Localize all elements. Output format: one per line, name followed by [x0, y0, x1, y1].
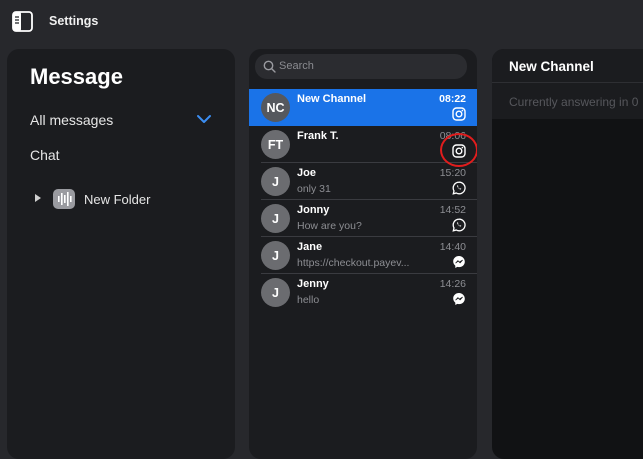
conversation-time: 08:22 [439, 93, 466, 105]
avatar: J [261, 167, 290, 196]
conversation-name: Jonny [297, 204, 330, 216]
conversation-name: New Channel [297, 93, 367, 105]
conversation-preview: only 31 [297, 183, 331, 195]
all-messages-item[interactable]: All messages [30, 112, 113, 128]
conversation-preview: https://checkout.payev... [297, 257, 410, 269]
whatsapp-icon [452, 181, 466, 195]
detail-subtitle: Currently answering in 0 [509, 95, 639, 109]
audio-wave-icon [53, 189, 75, 209]
folder-item-new-folder[interactable]: New Folder [35, 187, 225, 211]
chevron-down-icon[interactable] [196, 114, 212, 124]
conversation-name: Jenny [297, 278, 329, 290]
whatsapp-icon [452, 218, 466, 232]
top-bar: Settings [0, 0, 643, 42]
detail-title: New Channel [509, 59, 594, 74]
conversation-row[interactable]: J Jenny hello 14:26 [249, 274, 477, 311]
conversation-name: Jane [297, 241, 323, 253]
conversation-name: Frank T. [297, 130, 339, 142]
conversation-row[interactable]: J Jane https://checkout.payev... 14:40 [249, 237, 477, 274]
search-input[interactable] [279, 57, 459, 75]
conversation-preview: How are you? [297, 220, 362, 232]
conversation-time: 14:40 [439, 241, 466, 253]
avatar: J [261, 204, 290, 233]
conversation-row[interactable]: J Jonny How are you? 14:52 [249, 200, 477, 237]
conversation-list: NC New Channel 08:22 FT Frank T. 08:06 J… [249, 49, 477, 459]
conversation-name: Joe [297, 167, 316, 179]
search-box[interactable] [255, 54, 467, 79]
instagram-icon [452, 107, 466, 121]
window-title: Settings [49, 14, 99, 28]
conversation-time: 15:20 [439, 167, 466, 179]
search-icon [263, 60, 276, 73]
sidebar-toggle-icon[interactable] [12, 11, 33, 32]
messenger-icon [453, 256, 465, 268]
avatar: J [261, 278, 290, 307]
expand-triangle-icon[interactable] [35, 194, 41, 202]
avatar: J [261, 241, 290, 270]
sidebar-heading: Message [30, 64, 123, 89]
message-sidebar: Message All messages Chat New Folder [7, 49, 235, 459]
avatar: FT [261, 130, 290, 159]
detail-divider [492, 82, 643, 83]
conversation-row[interactable]: NC New Channel 08:22 [249, 89, 477, 126]
conversation-preview: hello [297, 294, 320, 306]
conversation-time: 14:52 [439, 204, 466, 216]
folder-label: New Folder [84, 192, 151, 207]
conversation-time: 14:26 [439, 278, 466, 290]
chat-item[interactable]: Chat [30, 147, 60, 163]
annotation-highlight-circle [440, 133, 477, 167]
channel-detail-panel: New Channel Currently answering in 0 [492, 49, 643, 459]
avatar: NC [261, 93, 290, 122]
conversation-row[interactable]: J Joe only 31 15:20 [249, 163, 477, 200]
messenger-icon [453, 293, 465, 305]
